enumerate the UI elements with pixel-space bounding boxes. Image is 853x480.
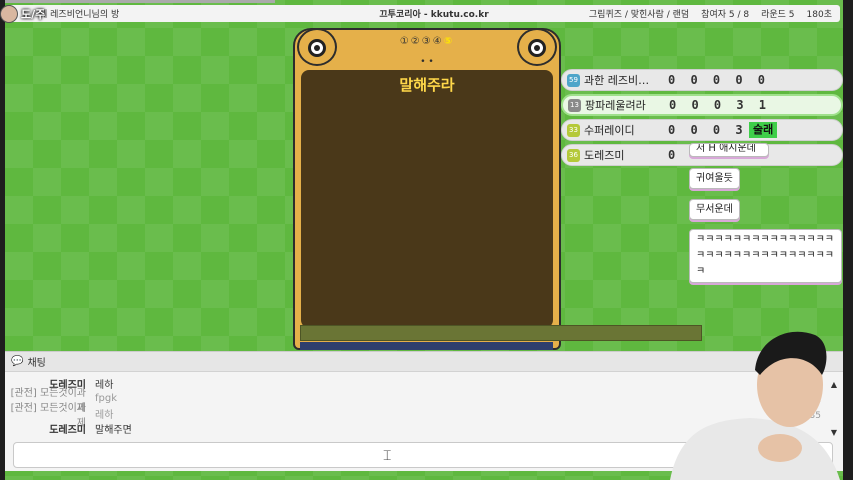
chat-text: 말해주면: [95, 425, 132, 436]
round-marker: ⑤: [443, 36, 455, 47]
player-score: 0 0 0 3 1: [669, 98, 771, 112]
chat-text: 레하: [95, 380, 114, 391]
board-dots: • •: [420, 57, 434, 67]
chat-bubble: 무서운데: [689, 199, 740, 220]
chat-text: 레하: [95, 410, 114, 421]
player-row[interactable]: 59 과한 레즈비… 0 0 0 0 0: [561, 69, 843, 91]
player-name: 팡파레울려라: [585, 99, 646, 112]
overlay-text: 도/주: [21, 8, 46, 21]
player-name: 수퍼레이디: [584, 124, 635, 137]
webcam-person-hand: [758, 434, 802, 462]
player-name: 과한 레즈비…: [584, 74, 650, 87]
player-level-badge: 13: [568, 98, 581, 112]
player-score: 0 0 0 0 0: [668, 73, 770, 87]
timer-bar: [300, 325, 702, 341]
player-level-badge: 36: [567, 148, 580, 162]
quiz-prompt: 말해주라: [399, 76, 455, 94]
player-row[interactable]: 33 수퍼레이디 0 0 0 3 8 술래: [561, 119, 843, 141]
text-cursor-icon: ⌶: [383, 448, 392, 464]
room-title: 제 레즈비언니님의 방: [39, 10, 120, 20]
streamer-overlay: 도/주: [0, 3, 60, 25]
round-marker: ①: [399, 36, 411, 47]
chat-bubble: 저 H 애시운데: [689, 143, 769, 157]
player-level-badge: 33: [567, 123, 580, 137]
player-row[interactable]: 13 팡파레울려라 0 0 0 3 1: [561, 94, 843, 116]
player-name: 도레즈미: [584, 149, 625, 162]
drawer-badge: 술래: [749, 122, 778, 138]
chat-text: fpgk: [95, 393, 118, 404]
chat-title: 채팅: [27, 358, 46, 369]
game-board: ①②③④⑤ • • 말해주라: [293, 28, 561, 350]
webcam-overlay: [670, 331, 840, 480]
board-bottom-strip: [300, 342, 553, 350]
room-info: 그림퀴즈 / 맞힌사람 / 랜덤 참여자 5 / 8 라운드 5 180초: [589, 7, 832, 20]
webcam-person-shirt: [670, 418, 840, 480]
speech-bubble-icon: 💬: [11, 356, 24, 367]
round-marker: ②: [410, 36, 422, 47]
round-marker: ④: [432, 36, 444, 47]
game-mode: 그림퀴즈 / 맞힌사람 / 랜덤: [588, 10, 690, 20]
chat-bubble: ㅋㅋㅋㅋㅋㅋㅋㅋㅋㅋㅋㅋㅋㅋㅋㅋㅋㅋㅋㅋㅋㅋㅋㅋㅋㅋㅋㅋㅋㅋㅋ: [689, 229, 842, 283]
chat-bubble: 귀여울듯: [689, 168, 740, 189]
time-limit: 180초: [806, 10, 832, 20]
chat-author[interactable]: 도레즈미: [5, 421, 95, 436]
player-level-badge: 59: [567, 73, 580, 87]
room-header: 제 레즈비언니님의 방 끄투코리아 - kkutu.co.kr 그림퀴즈 / 맞…: [9, 5, 840, 22]
round-list: ①②③④⑤: [295, 36, 559, 47]
site-name: 끄투코리아 - kkutu.co.kr: [379, 10, 489, 20]
round-marker: ③: [421, 36, 433, 47]
round-indicator: 라운드 5: [761, 10, 795, 20]
avatar: [0, 5, 18, 23]
drawing-screen[interactable]: 말해주라: [301, 70, 553, 328]
participant-count: 참여자 5 / 8: [701, 10, 750, 20]
